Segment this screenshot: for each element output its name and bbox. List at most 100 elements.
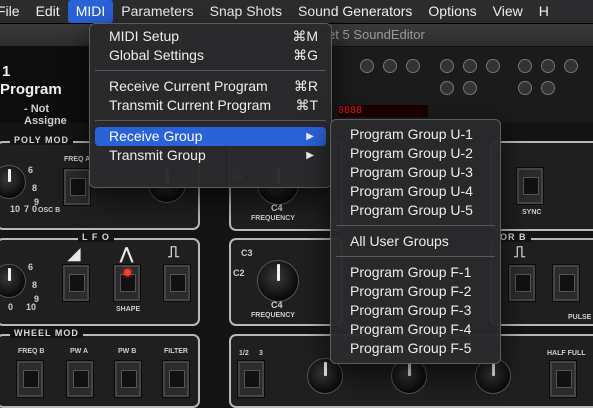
- half-label: 1/2: [239, 350, 249, 357]
- mini-knob[interactable]: [383, 59, 397, 73]
- osc-a-knob-value: C4: [271, 203, 283, 213]
- wheel-pw-a-switch[interactable]: [66, 360, 94, 398]
- mini-knob[interactable]: [463, 59, 477, 73]
- pw-b-label: PW B: [118, 348, 137, 355]
- wheel-freq-b-switch[interactable]: [16, 360, 44, 398]
- submenu-item-program-group-u4[interactable]: Program Group U-4: [336, 182, 495, 201]
- mini-knob[interactable]: [541, 59, 555, 73]
- submenu-item-program-group-f2[interactable]: Program Group F-2: [336, 282, 495, 301]
- lfo-frequency-knob[interactable]: [0, 264, 26, 298]
- menu-item-transmit-group[interactable]: Transmit Group ▶: [95, 146, 326, 165]
- window-title: et 5 SoundEditor: [328, 27, 425, 42]
- menu-options[interactable]: Options: [420, 0, 484, 23]
- submenu-item-program-group-u2[interactable]: Program Group U-2: [336, 144, 495, 163]
- osc-b-frequency-panel: C3 C2 C4 FREQUENCY: [229, 238, 343, 326]
- lfo-panel: L F O ◢ ⋀ ⎍ SHAPE 6 8 9 10 0: [0, 232, 200, 326]
- menu-sound-generators[interactable]: Sound Generators: [290, 0, 420, 23]
- program-status: - Not Assigne: [24, 103, 67, 127]
- menu-item-global-settings[interactable]: Global Settings ⌘G: [95, 46, 326, 65]
- osc-b-shape-switch[interactable]: [552, 264, 580, 302]
- menu-file[interactable]: File: [0, 0, 28, 23]
- scale-mark: 10: [26, 302, 37, 312]
- freq-a-label: FREQ A: [64, 156, 91, 163]
- submenu-item-program-group-f5[interactable]: Program Group F-5: [336, 339, 495, 358]
- submenu-item-program-group-f4[interactable]: Program Group F-4: [336, 320, 495, 339]
- menu-item-label: Global Settings: [109, 47, 204, 63]
- mini-knob[interactable]: [518, 59, 532, 73]
- menu-separator: [95, 70, 326, 71]
- submenu-item-program-group-u5[interactable]: Program Group U-5: [336, 201, 495, 220]
- half-full-label: HALF FULL: [547, 350, 586, 357]
- menu-item-label: Transmit Current Program: [109, 97, 272, 113]
- lfo-shape-square-switch[interactable]: [163, 264, 191, 302]
- menu-item-label: Receive Current Program: [109, 78, 268, 94]
- wheel-pw-b-switch[interactable]: [114, 360, 142, 398]
- wheel-mod-panel: WHEEL MOD FREQ B PW A PW B FILTER: [0, 328, 200, 408]
- submenu-item-program-group-u1[interactable]: Program Group U-1: [336, 125, 495, 144]
- menu-separator: [336, 225, 495, 226]
- osc-b-panel: OR B ⎍ PULSE: [490, 232, 593, 326]
- submenu-item-program-group-f3[interactable]: Program Group F-3: [336, 301, 495, 320]
- freq-a-switch[interactable]: [63, 168, 91, 206]
- osc-b-frequency-knob[interactable]: [257, 260, 299, 302]
- mini-knob[interactable]: [486, 59, 500, 73]
- program-display: 1 Program - Not Assigne: [0, 47, 88, 127]
- submenu-arrow-icon: ▶: [306, 131, 314, 142]
- mini-knob[interactable]: [360, 59, 374, 73]
- submenu-item-program-group-f1[interactable]: Program Group F-1: [336, 263, 495, 282]
- range-switch[interactable]: [237, 360, 265, 398]
- menu-separator: [336, 256, 495, 257]
- scale-mark: C3: [241, 248, 253, 258]
- mini-knob[interactable]: [406, 59, 420, 73]
- wheel-filter-switch[interactable]: [162, 360, 190, 398]
- scale-mark: 0: [32, 204, 38, 214]
- program-number: 1: [2, 63, 11, 80]
- mini-knob[interactable]: [463, 81, 477, 95]
- shortcut-label: ⌘G: [293, 47, 318, 63]
- sync-label: SYNC: [522, 209, 542, 216]
- menu-midi[interactable]: MIDI: [67, 0, 114, 23]
- osc-b-shape-switch[interactable]: [508, 264, 536, 302]
- menu-item-transmit-current-program[interactable]: Transmit Current Program ⌘T: [95, 96, 326, 115]
- shape-label: SHAPE: [116, 306, 141, 313]
- menu-edit[interactable]: Edit: [28, 0, 68, 23]
- menu-snap-shots[interactable]: Snap Shots: [202, 0, 290, 23]
- menu-parameters[interactable]: Parameters: [113, 0, 201, 23]
- shortcut-label: ⌘R: [293, 78, 318, 94]
- scale-mark: C2: [233, 268, 245, 278]
- scale-mark: 8: [32, 280, 38, 290]
- menu-item-receive-current-program[interactable]: Receive Current Program ⌘R: [95, 77, 326, 96]
- half-full-switch[interactable]: [549, 360, 577, 398]
- mini-knob[interactable]: [541, 81, 555, 95]
- submenu-item-all-user-groups[interactable]: All User Groups: [336, 232, 495, 251]
- mini-knob[interactable]: [518, 81, 532, 95]
- submenu-arrow-icon: ▶: [306, 150, 314, 161]
- lfo-shape-saw-switch[interactable]: [62, 264, 90, 302]
- square-wave-icon: ⎍: [514, 244, 526, 261]
- mini-knob[interactable]: [440, 81, 454, 95]
- scale-mark: 7: [24, 204, 30, 214]
- scale-mark: 6: [28, 165, 34, 175]
- osc-b-sync-panel: SYNC: [490, 141, 593, 231]
- shortcut-label: ⌘T: [295, 97, 318, 113]
- pulse-label: PULSE: [568, 314, 592, 321]
- menu-item-label: Receive Group: [109, 128, 203, 144]
- submenu-item-program-group-u3[interactable]: Program Group U-3: [336, 163, 495, 182]
- menu-item-midi-setup[interactable]: MIDI Setup ⌘M: [95, 27, 326, 46]
- scale-mark: 6: [28, 262, 34, 272]
- poly-mod-osc-b-knob[interactable]: [0, 165, 26, 199]
- scale-mark: 0: [8, 302, 14, 312]
- mini-knob[interactable]: [440, 59, 454, 73]
- menu-view[interactable]: View: [485, 0, 531, 23]
- menu-separator: [95, 120, 326, 121]
- wheel-mod-title: WHEEL MOD: [10, 328, 83, 338]
- led-segment-display: 8888: [338, 105, 428, 117]
- three-label: 3: [259, 350, 263, 357]
- mini-knob[interactable]: [564, 59, 578, 73]
- menu-item-receive-group[interactable]: Receive Group ▶: [95, 127, 326, 146]
- menu-item-label: MIDI Setup: [109, 28, 180, 44]
- triangle-wave-icon: ⋀: [120, 246, 134, 263]
- menu-help[interactable]: H: [531, 0, 557, 23]
- sync-switch[interactable]: [516, 167, 544, 205]
- osc-b-title: OR B: [496, 232, 531, 242]
